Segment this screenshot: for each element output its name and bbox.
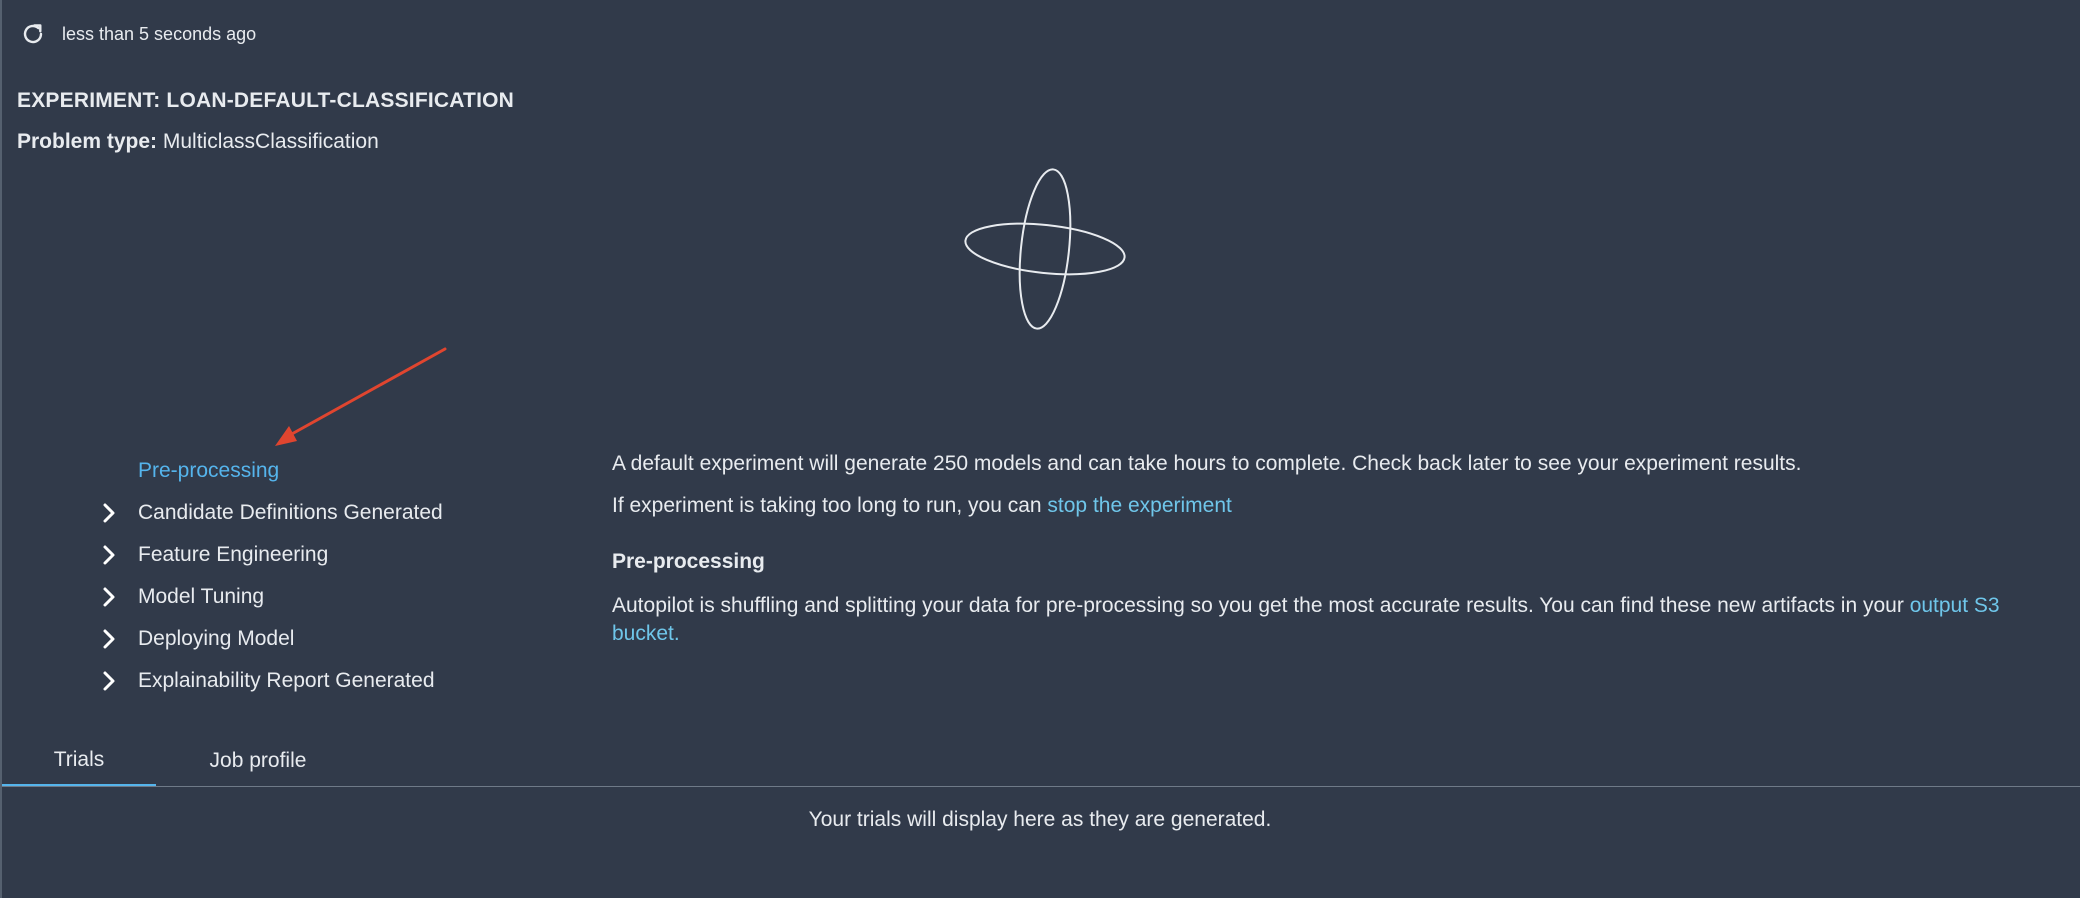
refresh-icon[interactable] — [18, 19, 48, 49]
info-stop-hint-text: If experiment is taking too long to run,… — [612, 494, 1048, 517]
chevron-right-icon — [98, 586, 120, 608]
tab-trials[interactable]: Trials — [2, 735, 156, 787]
step-deploying-model[interactable]: Deploying Model — [98, 618, 443, 660]
experiment-info-panel: A default experiment will generate 250 m… — [612, 450, 2032, 648]
info-stop-hint: If experiment is taking too long to run,… — [612, 492, 2032, 520]
chevron-right-icon — [98, 670, 120, 692]
step-label: Feature Engineering — [138, 543, 329, 566]
chevron-right-icon — [98, 502, 120, 524]
step-label: Model Tuning — [138, 585, 265, 608]
trials-empty-message: Your trials will display here as they ar… — [808, 808, 1272, 831]
step-model-tuning[interactable]: Model Tuning — [98, 576, 443, 618]
tab-job-profile[interactable]: Job profile — [156, 735, 360, 787]
last-refreshed-text: less than 5 seconds ago — [62, 23, 257, 44]
step-label: Candidate Definitions Generated — [138, 501, 443, 524]
step-feature-engineering[interactable]: Feature Engineering — [98, 534, 443, 576]
problem-type-value: MulticlassClassification — [162, 130, 379, 153]
experiment-title: EXPERIMENT: LOAN-DEFAULT-CLASSIFICATION — [17, 89, 515, 112]
stop-experiment-link[interactable]: stop the experiment — [1047, 494, 1231, 517]
step-label: Deploying Model — [138, 627, 295, 650]
chevron-right-icon — [98, 544, 120, 566]
progress-steps: Pre-processing Candidate Definitions Gen… — [98, 450, 443, 702]
current-step-heading: Pre-processing — [612, 550, 765, 573]
tabs-divider — [2, 786, 2080, 787]
refresh-row: less than 5 seconds ago — [18, 18, 256, 50]
step-pre-processing[interactable]: Pre-processing — [98, 450, 443, 492]
current-step-description-text: Autopilot is shuffling and splitting you… — [612, 594, 1910, 617]
problem-type: Problem type: MulticlassClassification — [17, 130, 379, 154]
step-explainability-report-generated[interactable]: Explainability Report Generated — [98, 660, 443, 702]
step-candidate-definitions-generated[interactable]: Candidate Definitions Generated — [98, 492, 443, 534]
results-tabs: Trials Job profile — [2, 735, 360, 787]
problem-type-label: Problem type: — [17, 130, 158, 153]
current-step-description: Autopilot is shuffling and splitting you… — [612, 592, 2032, 648]
chevron-right-icon — [98, 628, 120, 650]
step-label: Pre-processing — [138, 459, 280, 482]
loading-spinner-icon — [964, 168, 1126, 330]
info-default-experiment: A default experiment will generate 250 m… — [612, 452, 1802, 475]
step-label: Explainability Report Generated — [138, 669, 435, 692]
